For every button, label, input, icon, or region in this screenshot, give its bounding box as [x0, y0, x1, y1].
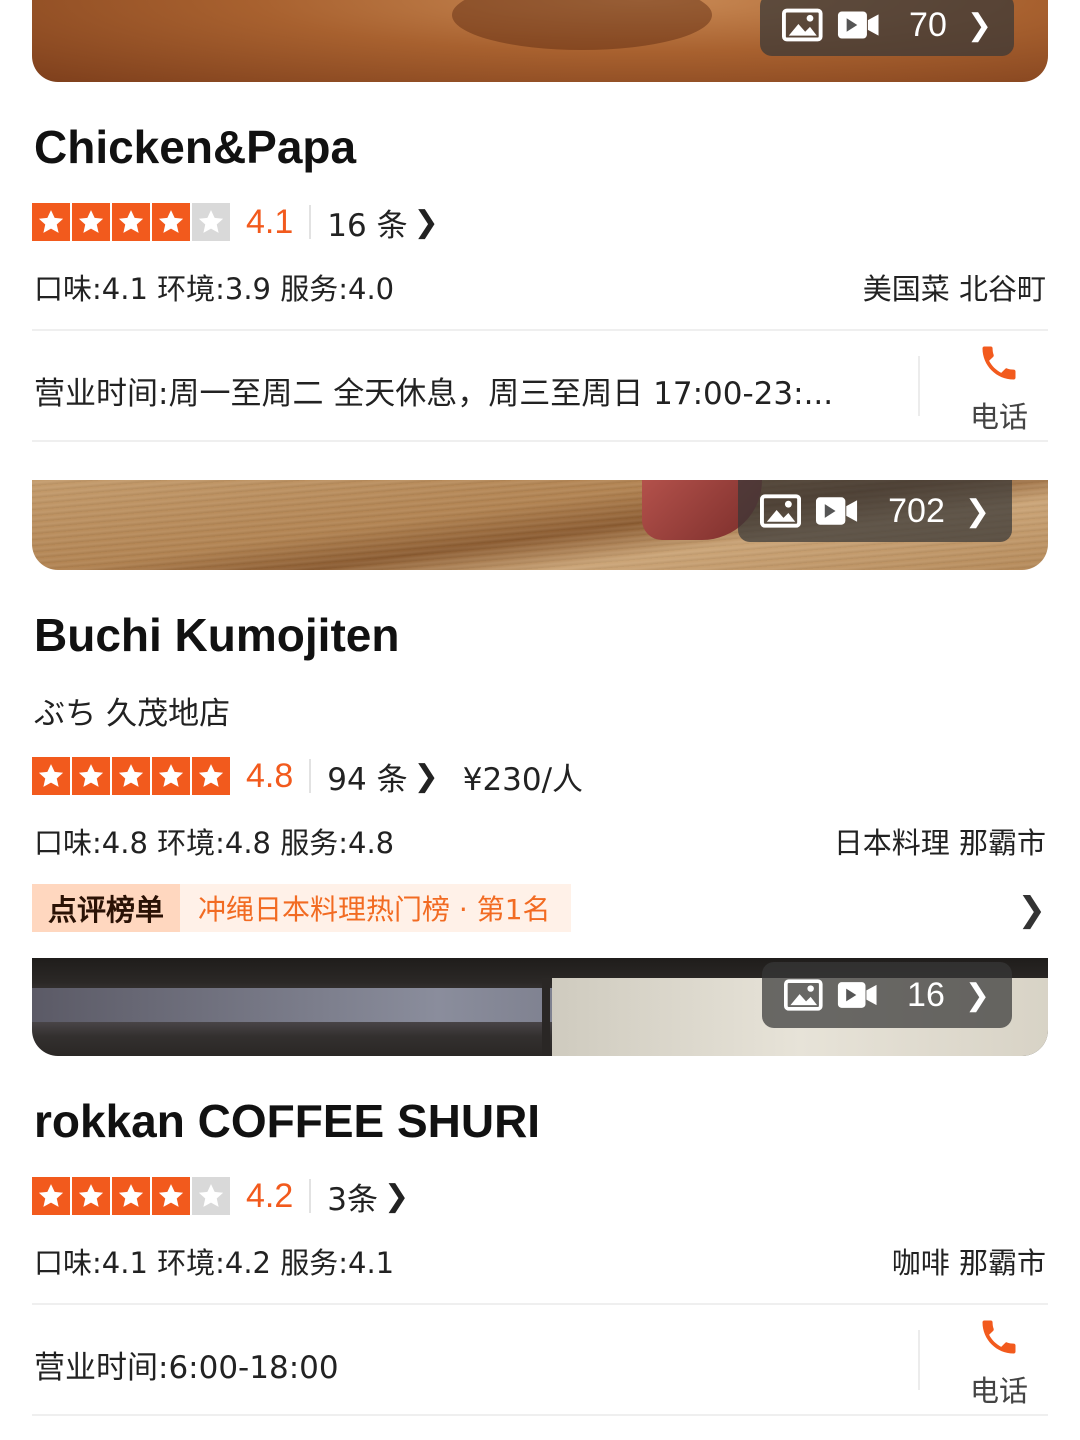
divider: [32, 440, 1048, 442]
image-icon: [782, 8, 823, 42]
star-icon: [32, 757, 70, 795]
video-camera-icon: [837, 11, 879, 39]
review-count-link[interactable]: 16 条 ❯: [327, 200, 438, 245]
star-icon: [72, 1177, 110, 1215]
ranking-text: 冲绳日本料理热门榜 · 第1名: [180, 884, 571, 932]
review-count-link[interactable]: 94 条 ❯: [327, 754, 438, 799]
restaurant-photo[interactable]: 70 ❯: [32, 0, 1048, 82]
call-button[interactable]: 电话: [944, 340, 1054, 436]
star-icon: [192, 1177, 230, 1215]
divider: [309, 759, 312, 793]
review-count: 3条: [327, 1181, 378, 1218]
chevron-right-icon: ❯: [964, 978, 990, 1012]
star-icon: [32, 1177, 70, 1215]
star-icon: [152, 757, 190, 795]
avg-price: ¥230/人: [462, 761, 584, 798]
rating-score: 4.2: [246, 1176, 294, 1215]
call-label: 电话: [969, 1374, 1028, 1408]
chevron-right-icon[interactable]: ❯: [1018, 890, 1047, 930]
media-count: 70: [909, 5, 947, 44]
divider: [309, 1179, 312, 1213]
call-button[interactable]: 电话: [944, 1314, 1054, 1410]
star-icon: [192, 203, 230, 241]
media-count: 702: [888, 491, 945, 530]
business-hours: 营业时间:6:00-18:00: [34, 1350, 339, 1386]
divider: [309, 205, 312, 239]
video-camera-icon: [837, 982, 877, 1008]
sub-scores: 口味:4.8 环境:4.8 服务:4.8: [34, 826, 395, 860]
ranking-badge[interactable]: 点评榜单 冲绳日本料理热门榜 · 第1名: [32, 884, 571, 932]
media-count: 16: [907, 975, 945, 1014]
divider: [918, 1330, 920, 1390]
restaurant-name[interactable]: rokkan COFFEE SHURI: [34, 1094, 540, 1148]
chevron-right-icon: ❯: [964, 494, 990, 528]
call-label: 电话: [969, 400, 1028, 434]
media-count-badge[interactable]: 70 ❯: [760, 0, 1014, 56]
media-count-badge[interactable]: 16 ❯: [762, 962, 1012, 1028]
divider: [32, 329, 1048, 331]
ranking-tag: 点评榜单: [32, 884, 181, 932]
star-icon: [152, 203, 190, 241]
phone-icon: [982, 1320, 1016, 1354]
restaurant-name[interactable]: Chicken&Papa: [34, 120, 356, 174]
star-icon: [72, 757, 110, 795]
star-icon: [112, 1177, 150, 1215]
chevron-right-icon: ❯: [384, 1178, 410, 1214]
rating-score: 4.8: [246, 756, 294, 795]
category-area: 咖啡 那霸市: [891, 1246, 1046, 1280]
rating-row: 4.8 94 条 ❯ ¥230/人: [32, 754, 584, 799]
star-icon: [152, 1177, 190, 1215]
star-icon: [32, 203, 70, 241]
business-hours: 营业时间:周一至周二 全天休息，周三至周日 17:00-23:...: [34, 376, 834, 412]
category-area: 美国菜 北谷町: [862, 272, 1046, 306]
divider: [918, 356, 920, 416]
star-rating: [32, 203, 230, 241]
restaurant-local-name: ぶち 久茂地店: [34, 696, 231, 732]
media-count-badge[interactable]: 702 ❯: [738, 480, 1012, 542]
restaurant-name[interactable]: Buchi Kumojiten: [34, 608, 399, 662]
chevron-right-icon: ❯: [413, 758, 439, 794]
star-rating: [32, 1177, 230, 1215]
image-icon: [760, 494, 802, 528]
review-count: 16 条: [327, 207, 408, 244]
star-icon: [112, 757, 150, 795]
restaurant-photo[interactable]: 702 ❯: [32, 480, 1048, 570]
star-icon: [112, 203, 150, 241]
rating-row: 4.1 16 条 ❯: [32, 200, 439, 245]
sub-scores: 口味:4.1 环境:4.2 服务:4.1: [34, 1246, 395, 1280]
image-icon: [784, 979, 823, 1011]
phone-icon: [982, 346, 1016, 380]
sub-scores: 口味:4.1 环境:3.9 服务:4.0: [34, 272, 395, 306]
star-icon: [192, 757, 230, 795]
divider: [32, 1414, 1048, 1416]
category-area: 日本料理 那霸市: [833, 826, 1046, 860]
chevron-right-icon: ❯: [413, 204, 439, 240]
video-camera-icon: [816, 497, 858, 525]
rating-score: 4.1: [246, 202, 294, 241]
review-count-link[interactable]: 3条 ❯: [327, 1174, 409, 1219]
chevron-right-icon: ❯: [966, 8, 992, 42]
rating-row: 4.2 3条 ❯: [32, 1174, 409, 1219]
review-count: 94 条: [327, 761, 408, 798]
star-rating: [32, 757, 230, 795]
divider: [32, 1303, 1048, 1305]
star-icon: [72, 203, 110, 241]
restaurant-photo[interactable]: 16 ❯: [32, 958, 1048, 1056]
